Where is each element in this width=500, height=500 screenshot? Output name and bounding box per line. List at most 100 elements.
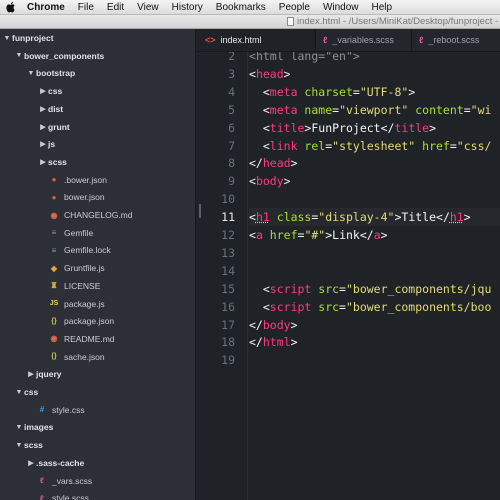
code-line[interactable]: <meta name="viewport" content="wi (249, 101, 492, 119)
code-token: name (297, 102, 333, 117)
code-line[interactable]: <head> (249, 65, 291, 83)
code-line[interactable]: <title>FunProject</title> (249, 119, 436, 137)
tree-folder[interactable]: ▶ js (0, 135, 195, 153)
tree-item-label: package.json (64, 316, 115, 327)
menu-edit[interactable]: Edit (107, 2, 124, 13)
tree-file[interactable]: ● bower.json (0, 188, 195, 206)
menu-history[interactable]: History (172, 2, 203, 13)
code-token: < (249, 210, 256, 225)
tree-folder[interactable]: ▼ css (0, 383, 195, 401)
code-token: < (262, 281, 270, 296)
tree-folder[interactable]: ▼ bootstrap (0, 64, 195, 82)
code-token: lang (283, 52, 319, 63)
tree-file[interactable]: ◉ CHANGELOG.md (0, 206, 195, 224)
code-token: > (463, 210, 471, 225)
line-number: 19 (221, 353, 235, 368)
code-line[interactable]: <meta charset="UTF-8"> (249, 83, 415, 101)
chevron-right-icon[interactable]: ▶ (26, 459, 36, 467)
menu-window[interactable]: Window (323, 2, 359, 13)
code-token: </ (359, 228, 374, 242)
code-line[interactable]: </body> (249, 316, 298, 334)
chevron-down-icon[interactable]: ▼ (26, 70, 36, 77)
code-token: "wi (470, 102, 492, 117)
tree-folder[interactable]: ▶ grunt (0, 118, 195, 136)
line-number: 3 (228, 66, 235, 81)
tree-folder[interactable]: ▼ bower_components (0, 47, 195, 65)
tree-folder[interactable]: ▼ scss (0, 436, 195, 454)
code-token: > (290, 317, 298, 332)
code-token: h1 (449, 210, 464, 225)
code-editor[interactable]: 2 3 4 5 6 7 8 9 10 11 12 13 14 15 16 17 18 19 <html lang=… (197, 52, 500, 500)
tree-item-label: .bower.json (64, 174, 107, 185)
chevron-right-icon[interactable]: ▶ (38, 105, 48, 113)
chevron-down-icon[interactable]: ▼ (14, 389, 24, 396)
tree-file[interactable]: ◆ Gruntfile.js (0, 259, 195, 277)
tab-reboot-scss[interactable]: ℓ _reboot.scss (411, 29, 500, 51)
tree-folder[interactable]: ▶ scss (0, 153, 195, 171)
code-token: < (262, 102, 270, 117)
tree-folder[interactable]: ▶ .sass-cache (0, 454, 195, 472)
chevron-right-icon[interactable]: ▶ (38, 87, 48, 95)
code-line[interactable]: </head> (249, 154, 298, 172)
code-token: class (269, 210, 312, 225)
line-number-gutter: 2 3 4 5 6 7 8 9 10 11 12 13 14 15 16 17 18 19 (197, 52, 248, 500)
code-token: > (290, 156, 298, 171)
bower-icon: ● (51, 175, 57, 185)
code-token: > (352, 52, 360, 63)
tab-variables-scss[interactable]: ℓ _variables.scss (315, 29, 412, 51)
json-icon: {} (51, 317, 57, 325)
chevron-down-icon[interactable]: ▼ (14, 424, 24, 431)
code-line[interactable]: <script src="bower_components/jqu (249, 280, 492, 298)
chevron-down-icon[interactable]: ▼ (14, 442, 24, 449)
tree-file[interactable]: ℓ style.scss (0, 489, 195, 500)
code-line[interactable]: <link rel="stylesheet" href="css/ (249, 137, 492, 155)
code-line[interactable]: </html> (249, 333, 298, 351)
code-line[interactable]: <h1 class="display-4">Title</h1> (249, 208, 500, 226)
tree-folder[interactable]: ▶ dist (0, 100, 195, 118)
app-name-menu[interactable]: Chrome (27, 2, 65, 13)
tree-folder[interactable]: ▼ funproject (0, 29, 195, 47)
chevron-right-icon[interactable]: ▶ (38, 123, 48, 131)
menu-view[interactable]: View (137, 2, 159, 13)
tree-folder[interactable]: ▶ css (0, 82, 195, 100)
tree-file[interactable]: ◉ README.md (0, 330, 195, 348)
code-token: title (269, 120, 305, 135)
menu-help[interactable]: Help (372, 2, 393, 13)
code-line[interactable]: <script src="bower_components/boo (249, 298, 492, 316)
chevron-down-icon[interactable]: ▼ (14, 52, 24, 59)
code-token: = (339, 299, 346, 314)
code-token: rel (297, 138, 326, 153)
tree-file[interactable]: # style.css (0, 401, 195, 419)
code-token: > (380, 228, 388, 242)
tree-folder[interactable]: ▼ images (0, 418, 195, 436)
chevron-down-icon[interactable]: ▼ (2, 35, 12, 42)
tree-file[interactable]: ≡ Gemfile.lock (0, 241, 195, 259)
menu-bookmarks[interactable]: Bookmarks (216, 2, 266, 13)
window-title-bar[interactable]: index.html - /Users/MiniKat/Desktop/funp… (0, 15, 500, 29)
menu-file[interactable]: File (78, 2, 94, 13)
code-line[interactable]: <a href="#">Link</a> (249, 226, 388, 244)
code-token: body (262, 317, 291, 332)
tree-file[interactable]: ♜ LICENSE (0, 277, 195, 295)
tree-item-label: jquery (36, 369, 62, 380)
tree-file[interactable]: ≡ Gemfile (0, 224, 195, 242)
js-icon: JS (49, 300, 59, 307)
tree-file[interactable]: {} package.json (0, 312, 195, 330)
chevron-right-icon[interactable]: ▶ (26, 370, 36, 378)
tree-file[interactable]: JS package.js (0, 295, 195, 313)
chevron-right-icon[interactable]: ▶ (38, 158, 48, 166)
tab-label: _reboot.scss (428, 35, 480, 45)
chevron-right-icon[interactable]: ▶ (38, 140, 48, 148)
code-line[interactable]: <html lang="en"> (249, 52, 360, 65)
apple-menu-icon[interactable] (6, 1, 19, 13)
tab-index-html[interactable]: <> index.html (197, 29, 316, 51)
tree-file[interactable]: ● .bower.json (0, 171, 195, 189)
tree-file[interactable]: ℓ _vars.scss (0, 472, 195, 490)
menu-people[interactable]: People (279, 2, 310, 13)
tree-folder[interactable]: ▶ jquery (0, 365, 195, 383)
code-line[interactable]: <body> (249, 172, 291, 190)
tree-file[interactable]: {} sache.json (0, 348, 195, 366)
code-token: body (255, 174, 284, 189)
